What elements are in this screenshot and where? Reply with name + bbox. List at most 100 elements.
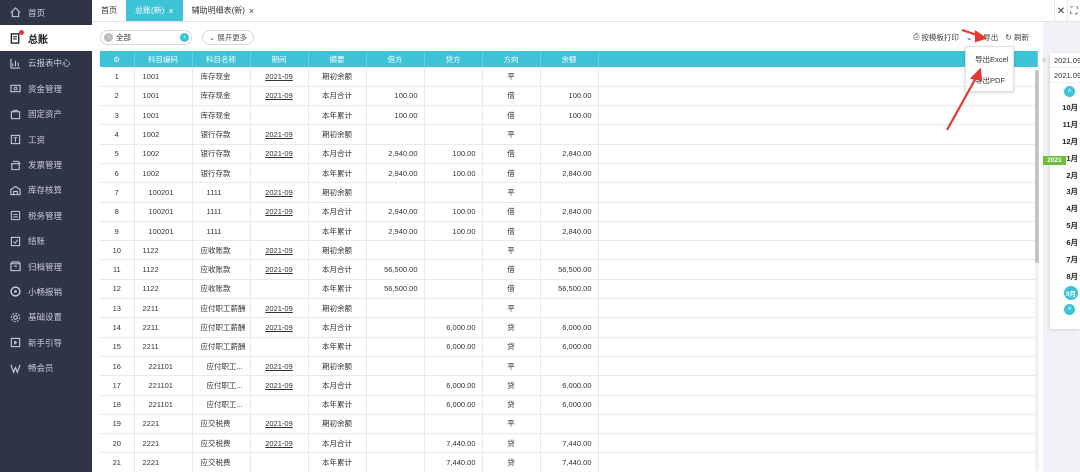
table-row[interactable]: 21 2221 应交税费 本年累计 7,440.00 贷 7,440.00: [100, 452, 1038, 472]
table-row[interactable]: 4 1002 银行存款 2021-09 期初余额 平: [100, 124, 1038, 145]
period-link[interactable]: 2021-09: [265, 362, 293, 371]
chevron-left-icon[interactable]: ‹: [104, 32, 113, 42]
print-template-button[interactable]: ⎙ 按模板打印: [913, 32, 959, 43]
period-link-cell[interactable]: 2021-09: [250, 356, 309, 377]
period-link-cell[interactable]: 2021-09: [250, 124, 309, 145]
chevron-down-icon[interactable]: ˅: [1064, 304, 1075, 316]
table-cell: 期初余额: [308, 356, 367, 377]
sidebar-item[interactable]: 首页: [0, 0, 92, 25]
sidebar-item[interactable]: 固定资产: [0, 102, 92, 127]
period-link-cell[interactable]: 2021-09: [250, 67, 309, 87]
sidebar-item[interactable]: 工资: [0, 127, 92, 152]
month-item[interactable]: 2月: [1050, 167, 1080, 184]
period-link-cell[interactable]: 2021-09: [250, 240, 309, 261]
period-link-cell[interactable]: 2021-09: [250, 433, 309, 454]
period-link-cell[interactable]: 2021-09: [250, 317, 309, 338]
period-link[interactable]: 2021-09: [265, 381, 293, 390]
table-row[interactable]: 14 2211 应付职工薪酬 2021-09 本月合计 6,000.00 贷 6,000.00: [100, 317, 1038, 338]
period-link-cell[interactable]: 2021-09: [250, 202, 309, 222]
chevron-up-icon[interactable]: ˄: [1064, 85, 1075, 97]
table-row[interactable]: 2 1001 库存现金 2021-09 本月合计 100.00 借 100.00: [100, 86, 1038, 107]
table-row[interactable]: 11 1122 应收账款 2021-09 本月合计 56,500.00 借 56,500.00: [100, 259, 1038, 280]
table-row[interactable]: 20 2221 应交税费 2021-09 本月合计 7,440.00 贷 7,440.00: [100, 433, 1038, 454]
scrollbar-thumb[interactable]: [1035, 70, 1039, 263]
chevron-right-icon[interactable]: ›: [180, 32, 189, 42]
month-item[interactable]: 5月: [1050, 217, 1080, 234]
table-row[interactable]: 7 100201 1111 2021-09 期初余额 平: [100, 182, 1038, 203]
export-button[interactable]: ⌄ ⇲ 导出: [966, 32, 998, 43]
period-link-cell[interactable]: 2021-09: [250, 259, 309, 280]
vertical-scrollbar[interactable]: [1035, 70, 1039, 470]
period-link[interactable]: 2021-09: [265, 419, 293, 428]
table-row[interactable]: 16 221101 应付职工... 2021-09 期初余额 平: [100, 356, 1038, 377]
period-link-cell[interactable]: 2021-09: [250, 144, 309, 164]
month-item-selected[interactable]: 9月: [1050, 285, 1080, 302]
sidebar-item[interactable]: 小畅报销: [0, 279, 92, 304]
table-row[interactable]: 8 100201 1111 2021-09 本月合计 2,940.00 100.00 借 2,8…: [100, 202, 1038, 222]
sidebar-item[interactable]: 结账: [0, 229, 92, 254]
refresh-button[interactable]: ↻ 刷新: [1005, 32, 1029, 43]
fullscreen-button[interactable]: ⛶: [1067, 0, 1080, 22]
period-link-cell[interactable]: 2021-09: [250, 86, 309, 107]
period-link[interactable]: 2021-09: [265, 72, 293, 81]
sidebar-item[interactable]: 税务管理: [0, 203, 92, 228]
period-link-cell[interactable]: 2021-09: [250, 375, 309, 396]
sidebar-item[interactable]: 新手引导: [0, 330, 92, 355]
sidebar-item[interactable]: 库存核算: [0, 178, 92, 203]
period-link[interactable]: 2021-09: [265, 91, 293, 100]
table-row[interactable]: 12 1122 应收账款 本年累计 56,500.00 借 56,500.00: [100, 279, 1038, 300]
month-item[interactable]: 12月: [1050, 133, 1080, 150]
table-row[interactable]: 17 221101 应付职工... 2021-09 本月合计 6,000.00 贷 6,000…: [100, 375, 1038, 396]
month-item[interactable]: 6月: [1050, 234, 1080, 251]
sidebar-item[interactable]: 发票管理: [0, 152, 92, 177]
tab-auxiliary-detail[interactable]: 辅助明细表(新) ×: [183, 0, 264, 21]
period-link[interactable]: 2021-09: [265, 439, 293, 448]
table-row[interactable]: 9 100201 1111 本年累计 2,940.00 100.00 借 2,840.00: [100, 221, 1038, 242]
month-item[interactable]: 3月: [1050, 183, 1080, 200]
month-item[interactable]: 10月: [1050, 99, 1080, 116]
sidebar-item[interactable]: 总账: [0, 25, 96, 51]
table-row[interactable]: 13 2211 应付职工薪酬 2021-09 期初余额 平: [100, 298, 1038, 319]
period-link-cell[interactable]: 2021-09: [250, 182, 309, 203]
table-row[interactable]: 3 1001 库存现金 本年累计 100.00 借 100.00: [100, 105, 1038, 126]
expand-more-button[interactable]: ⌄ 展开更多: [202, 29, 255, 45]
subject-select[interactable]: ‹ 全部 ›: [100, 29, 192, 45]
sidebar-item[interactable]: 云报表中心: [0, 51, 92, 76]
month-item[interactable]: 8月: [1050, 268, 1080, 285]
month-item[interactable]: 7月: [1050, 251, 1080, 268]
export-pdf-item[interactable]: 导出PDF: [966, 71, 1013, 89]
table-row[interactable]: 5 1002 银行存款 2021-09 本月合计 2,940.00 100.00 借 2,840…: [100, 144, 1038, 164]
table-row[interactable]: 1 1001 库存现金 2021-09 期初余额 平: [100, 67, 1038, 87]
period-link[interactable]: 2021-09: [265, 149, 293, 158]
sidebar-item[interactable]: 资金管理: [0, 76, 92, 101]
sidebar-item[interactable]: 畅会员: [0, 355, 92, 380]
period-link-cell[interactable]: 2021-09: [250, 298, 309, 319]
sidebar-item[interactable]: 基础设置: [0, 305, 92, 330]
period-link[interactable]: 2021-09: [265, 188, 293, 197]
table-row[interactable]: 10 1122 应收账款 2021-09 期初余额 平: [100, 240, 1038, 261]
export-excel-item[interactable]: 导出Excel: [966, 50, 1013, 68]
period-link[interactable]: 2021-09: [265, 323, 293, 332]
table-cell: [366, 375, 425, 396]
period-link[interactable]: 2021-09: [265, 304, 293, 313]
period-link[interactable]: 2021-09: [265, 265, 293, 274]
period-link[interactable]: 2021-09: [265, 246, 293, 255]
period-link-cell[interactable]: 2021-09: [250, 414, 309, 435]
table-row[interactable]: 18 221101 应付职工... 本年累计 6,000.00 贷 6,000.00: [100, 395, 1038, 415]
double-chevron-right-icon[interactable]: »: [1042, 55, 1046, 64]
close-icon[interactable]: ×: [168, 6, 173, 16]
tab-home[interactable]: 首页: [92, 0, 126, 21]
month-label: 6月: [1066, 238, 1078, 248]
period-link[interactable]: 2021-09: [265, 207, 293, 216]
table-row[interactable]: 15 2211 应付职工薪酬 本年累计 6,000.00 贷 6,000.00: [100, 337, 1038, 357]
close-all-button[interactable]: ✕: [1054, 0, 1067, 22]
sidebar-item[interactable]: 归档管理: [0, 254, 92, 279]
month-item[interactable]: 4月: [1050, 200, 1080, 217]
table-row[interactable]: 6 1002 银行存款 本年累计 2,940.00 100.00 借 2,840.00: [100, 163, 1038, 184]
month-item[interactable]: 11月: [1050, 116, 1080, 133]
period-link[interactable]: 2021-09: [265, 130, 293, 139]
tab-general-ledger[interactable]: 总账(新) ×: [126, 0, 183, 21]
column-settings-icon[interactable]: ⚙: [100, 51, 135, 67]
close-icon[interactable]: ×: [249, 6, 254, 16]
table-row[interactable]: 19 2221 应交税费 2021-09 期初余额 平: [100, 414, 1038, 435]
